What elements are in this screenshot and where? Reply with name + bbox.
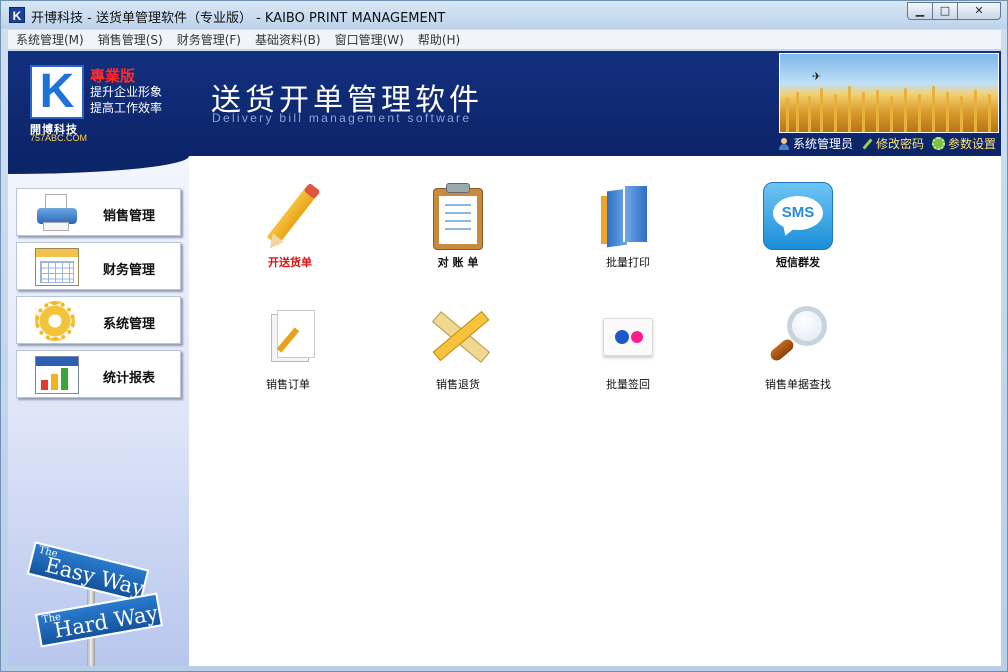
dots-icon <box>593 304 663 374</box>
app-window: K 开博科技 - 送货单管理软件（专业版） - KAIBO PRINT MANA… <box>0 0 1008 672</box>
gear-icon <box>932 137 946 150</box>
minimize-button[interactable]: ▁ <box>907 2 933 20</box>
menu-basic-data[interactable]: 基础资料(B) <box>247 31 327 48</box>
company-site: 757ABC.COM <box>30 133 88 143</box>
tile-label: 销售订单 <box>266 378 310 391</box>
tile-sales-return[interactable]: 销售退货 <box>393 304 523 392</box>
ruler-pencil-icon <box>423 304 493 374</box>
slogan-line-2: 提高工作效率 <box>90 101 163 115</box>
tile-sms-broadcast[interactable]: SMS 短信群发 <box>733 182 863 270</box>
sidebar-item-label: 销售管理 <box>103 209 156 224</box>
window-title: 开博科技 - 送货单管理软件（专业版） - KAIBO PRINT MANAGE… <box>31 11 446 26</box>
close-button[interactable]: ✕ <box>957 2 1001 20</box>
header-banner: K 專業版 提升企业形象 提高工作效率 開博科技 757ABC.COM 送货开单… <box>8 51 1001 156</box>
menu-finance[interactable]: 财务管理(F) <box>169 31 247 48</box>
tile-label: 批量打印 <box>606 256 650 269</box>
pencil-icon <box>861 138 873 150</box>
app-logo-icon[interactable]: K <box>9 7 25 23</box>
sidebar-item-label: 统计报表 <box>103 371 156 386</box>
menu-bar: 系统管理(M) 销售管理(S) 财务管理(F) 基础资料(B) 窗口管理(W) … <box>8 30 1001 50</box>
app-subtitle: Delivery bill management software <box>212 111 472 125</box>
sidebar-item-finance[interactable]: 财务管理 <box>16 242 181 290</box>
current-user-link[interactable]: 系统管理员 <box>778 135 853 152</box>
menu-help[interactable]: 帮助(H) <box>410 31 466 48</box>
printer-icon <box>35 194 79 232</box>
bar-chart-icon <box>35 356 79 394</box>
slogan-line-1: 提升企业形象 <box>90 85 163 99</box>
tile-label: 销售退货 <box>436 378 480 391</box>
change-password-link[interactable]: 修改密码 <box>861 135 924 152</box>
sign-text: Hard Way <box>52 600 160 643</box>
sidebar-item-label: 系统管理 <box>103 317 156 332</box>
sidebar-item-label: 财务管理 <box>103 263 156 278</box>
tile-label: 开送货单 <box>268 256 312 269</box>
title-bar[interactable]: K 开博科技 - 送货单管理软件（专业版） - KAIBO PRINT MANA… <box>1 1 1007 29</box>
window-controls: ▁ □ ✕ <box>907 2 1001 20</box>
sms-icon-text: SMS <box>781 204 815 221</box>
menu-sales[interactable]: 销售管理(S) <box>90 31 169 48</box>
signpost-illustration: The Easy Way The Hard Way <box>25 541 175 666</box>
sidebar-item-reports[interactable]: 统计报表 <box>16 350 181 398</box>
maximize-button[interactable]: □ <box>932 2 958 20</box>
tile-label: 对 账 单 <box>437 256 479 269</box>
settings-label: 参数设置 <box>948 137 997 151</box>
tile-new-delivery[interactable]: 开送货单 <box>225 182 355 270</box>
company-logo: K <box>30 65 84 119</box>
magnifier-icon <box>763 304 833 374</box>
menu-window[interactable]: 窗口管理(W) <box>327 31 410 48</box>
bird-icon: ✈ <box>812 70 822 83</box>
current-user-label: 系统管理员 <box>793 137 854 151</box>
tile-label: 销售单据查找 <box>765 378 831 391</box>
hard-way-sign: The Hard Way <box>34 592 164 648</box>
settings-link[interactable]: 参数设置 <box>932 135 996 152</box>
tile-batch-print[interactable]: 批量打印 <box>563 182 693 270</box>
tile-batch-signback[interactable]: 批量签回 <box>563 304 693 392</box>
main-panel: 开送货单 对 账 单 批量打印 SMS 短信群发 销售订单 销售退货 批量签回 … <box>189 156 1001 666</box>
calendar-icon <box>35 248 79 286</box>
tile-sales-search[interactable]: 销售单据查找 <box>733 304 863 392</box>
tile-label: 批量签回 <box>606 378 650 391</box>
books-icon <box>593 182 663 252</box>
logo-letter: K <box>39 65 75 118</box>
menu-system[interactable]: 系统管理(M) <box>8 31 90 48</box>
tile-label: 短信群发 <box>776 256 820 269</box>
pencil-icon <box>255 182 325 253</box>
change-password-label: 修改密码 <box>876 137 925 151</box>
user-icon <box>778 137 790 150</box>
sidebar-item-sales[interactable]: 销售管理 <box>16 188 181 236</box>
top-links: 系统管理员 修改密码 参数设置 <box>778 135 1004 152</box>
wheat-field-photo: ✈ <box>779 53 999 133</box>
sms-icon: SMS <box>763 182 833 252</box>
gear-icon <box>35 301 75 341</box>
document-icon <box>253 304 323 374</box>
clipboard-icon <box>423 182 493 252</box>
sidebar-item-system[interactable]: 系统管理 <box>16 296 181 344</box>
tile-sales-order[interactable]: 销售订单 <box>223 304 353 392</box>
tile-statement[interactable]: 对 账 单 <box>393 182 523 270</box>
